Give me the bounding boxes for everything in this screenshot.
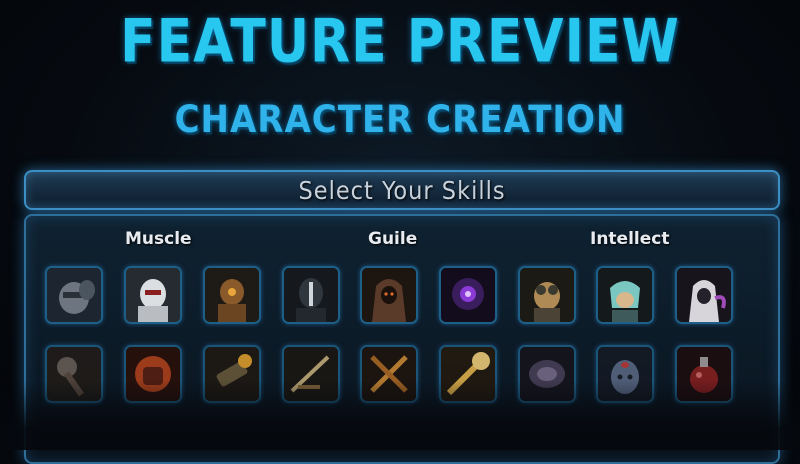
spiked-mace-icon[interactable] <box>45 345 103 403</box>
page-title: FEATURE PREVIEW <box>120 7 680 77</box>
banner-label: Select Your Skills <box>298 176 506 205</box>
teal-robot-portrait-icon[interactable] <box>596 266 654 324</box>
skills-panel <box>24 214 780 464</box>
red-potion-icon[interactable] <box>675 345 733 403</box>
third-eye-mind-icon[interactable] <box>596 345 654 403</box>
category-intellect: Intellect <box>590 229 670 249</box>
hooded-figure-portrait-icon[interactable] <box>360 266 418 324</box>
category-guile: Guile <box>368 229 418 249</box>
goggled-engineer-portrait-icon[interactable] <box>518 266 576 324</box>
crossed-blades-icon[interactable] <box>360 345 418 403</box>
armored-warrior-portrait-icon[interactable] <box>45 266 103 324</box>
fire-fist-icon[interactable] <box>124 345 182 403</box>
white-armored-soldier-portrait-icon[interactable] <box>124 266 182 324</box>
golden-strike-icon[interactable] <box>439 345 497 403</box>
purple-mage-portrait-icon[interactable] <box>439 266 497 324</box>
sword-slash-icon[interactable] <box>282 345 340 403</box>
power-gauntlet-icon[interactable] <box>203 345 261 403</box>
category-muscle: Muscle <box>125 229 192 249</box>
dark-mask-portrait-icon[interactable] <box>282 266 340 324</box>
bronze-robot-portrait-icon[interactable] <box>203 266 261 324</box>
energy-shield-icon[interactable] <box>518 345 576 403</box>
page-subtitle: CHARACTER CREATION <box>174 98 626 142</box>
select-skills-banner: Select Your Skills <box>24 170 780 210</box>
white-hooded-mystic-portrait-icon[interactable] <box>675 266 733 324</box>
